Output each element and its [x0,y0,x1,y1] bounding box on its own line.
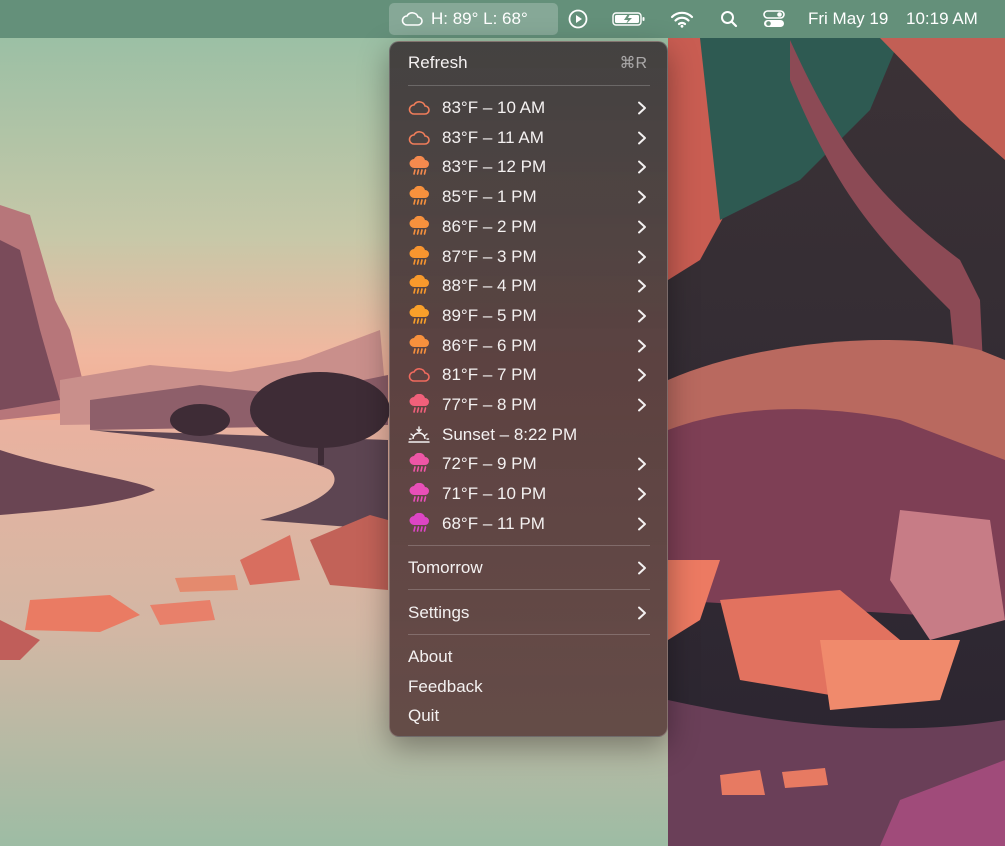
menubar-time[interactable]: 10:19 AM [906,0,978,38]
cloud-rain-icon [408,246,430,268]
chevron-right-icon [638,160,646,174]
hourly-forecast-label: 72°F – 9 PM [442,454,537,473]
cloud-rain-icon [408,394,430,416]
chevron-right-icon [638,309,646,323]
chevron-right-icon [638,457,646,471]
hourly-forecast-item[interactable]: 88°F – 4 PM [398,272,659,300]
cloud-icon [408,364,430,386]
hourly-forecast-item[interactable]: 68°F – 11 PM [398,510,659,538]
chevron-right-icon [638,517,646,531]
menu-bar: H: 89° L: 68° Fri May 19 10:19 AM [0,0,1005,38]
chevron-right-icon [638,279,646,293]
tomorrow-label: Tomorrow [408,558,483,577]
weather-status-item[interactable]: H: 89° L: 68° [389,3,558,35]
control-center-icon [763,10,785,27]
sunset-icon [408,424,430,446]
cloud-rain-icon [408,453,430,475]
refresh-menu-item[interactable]: Refresh ⌘R [398,49,659,77]
wifi-icon [670,11,694,28]
chevron-right-icon [638,368,646,382]
cloud-rain-icon [408,156,430,178]
hourly-forecast-label: Sunset – 8:22 PM [442,425,578,444]
search-icon [721,11,738,28]
chevron-right-icon [638,606,646,620]
hourly-forecast-item[interactable]: 72°F – 9 PM [398,450,659,478]
chevron-right-icon [638,487,646,501]
chevron-right-icon [638,339,646,353]
hourly-forecast-item[interactable]: 77°F – 8 PM [398,391,659,419]
hourly-forecast-label: 83°F – 12 PM [442,157,547,176]
hourly-forecast-label: 68°F – 11 PM [442,514,545,533]
chevron-right-icon [638,220,646,234]
weather-dropdown-menu: Refresh ⌘R 83°F – 10 AM 83°F – 11 AM 83°F … [389,41,668,737]
hourly-forecast-item[interactable]: 83°F – 10 AM [398,94,659,122]
feedback-menu-item[interactable]: Feedback [398,673,659,701]
hourly-forecast-item[interactable]: 83°F – 11 AM [398,124,659,152]
hourly-forecast-item[interactable]: 83°F – 12 PM [398,153,659,181]
cloud-rain-icon [408,513,430,535]
sunset-menu-item[interactable]: Sunset – 8:22 PM [398,421,659,449]
about-menu-item[interactable]: About [398,643,659,671]
refresh-label: Refresh [408,53,468,72]
cloud-icon [408,97,430,119]
hourly-forecast-item[interactable]: 85°F – 1 PM [398,183,659,211]
menu-separator [408,545,650,546]
settings-label: Settings [408,603,470,622]
hourly-forecast-label: 85°F – 1 PM [442,187,537,206]
battery-button[interactable] [611,0,647,38]
cloud-rain-icon [408,216,430,238]
hourly-forecast-label: 83°F – 11 AM [442,128,544,147]
hourly-forecast-item[interactable]: 71°F – 10 PM [398,480,659,508]
spotlight-button[interactable] [718,0,740,38]
hourly-forecast-item[interactable]: 81°F – 7 PM [398,361,659,389]
refresh-shortcut: ⌘R [619,55,647,72]
cloud-rain-icon [408,305,430,327]
feedback-label: Feedback [408,677,483,696]
chevron-right-icon [638,131,646,145]
menubar-date[interactable]: Fri May 19 [808,0,888,38]
play-circle-icon [568,9,588,29]
chevron-right-icon [638,101,646,115]
hourly-forecast-label: 71°F – 10 PM [442,484,547,503]
wifi-button[interactable] [668,0,696,38]
menu-separator [408,85,650,86]
battery-charging-icon [612,12,645,26]
weather-high-low: H: 89° L: 68° [431,9,528,28]
settings-menu-item[interactable]: Settings [398,599,659,627]
control-center-button[interactable] [762,0,786,38]
cloud-rain-icon [408,335,430,357]
now-playing-button[interactable] [565,0,591,38]
quit-label: Quit [408,706,440,725]
hourly-forecast-label: 89°F – 5 PM [442,306,537,325]
hourly-forecast-label: 86°F – 2 PM [442,217,537,236]
hourly-forecast-item[interactable]: 89°F – 5 PM [398,302,659,330]
menu-separator [408,634,650,635]
hourly-forecast-label: 88°F – 4 PM [442,276,537,295]
cloud-icon [401,12,423,26]
hourly-forecast-label: 77°F – 8 PM [442,395,537,414]
hourly-forecast-item[interactable]: 86°F – 2 PM [398,213,659,241]
chevron-right-icon [638,561,646,575]
tomorrow-menu-item[interactable]: Tomorrow [398,554,659,582]
about-label: About [408,647,453,666]
chevron-right-icon [638,190,646,204]
cloud-rain-icon [408,275,430,297]
hourly-forecast-item[interactable]: 87°F – 3 PM [398,243,659,271]
hourly-forecast-label: 86°F – 6 PM [442,336,537,355]
hourly-forecast-label: 87°F – 3 PM [442,247,537,266]
chevron-right-icon [638,398,646,412]
hourly-forecast-item[interactable]: 86°F – 6 PM [398,332,659,360]
cloud-rain-icon [408,483,430,505]
hourly-forecast-label: 81°F – 7 PM [442,365,537,384]
quit-menu-item[interactable]: Quit [398,702,659,730]
chevron-right-icon [638,250,646,264]
hourly-forecast-label: 83°F – 10 AM [442,98,546,117]
menu-separator [408,589,650,590]
cloud-rain-icon [408,186,430,208]
cloud-icon [408,127,430,149]
